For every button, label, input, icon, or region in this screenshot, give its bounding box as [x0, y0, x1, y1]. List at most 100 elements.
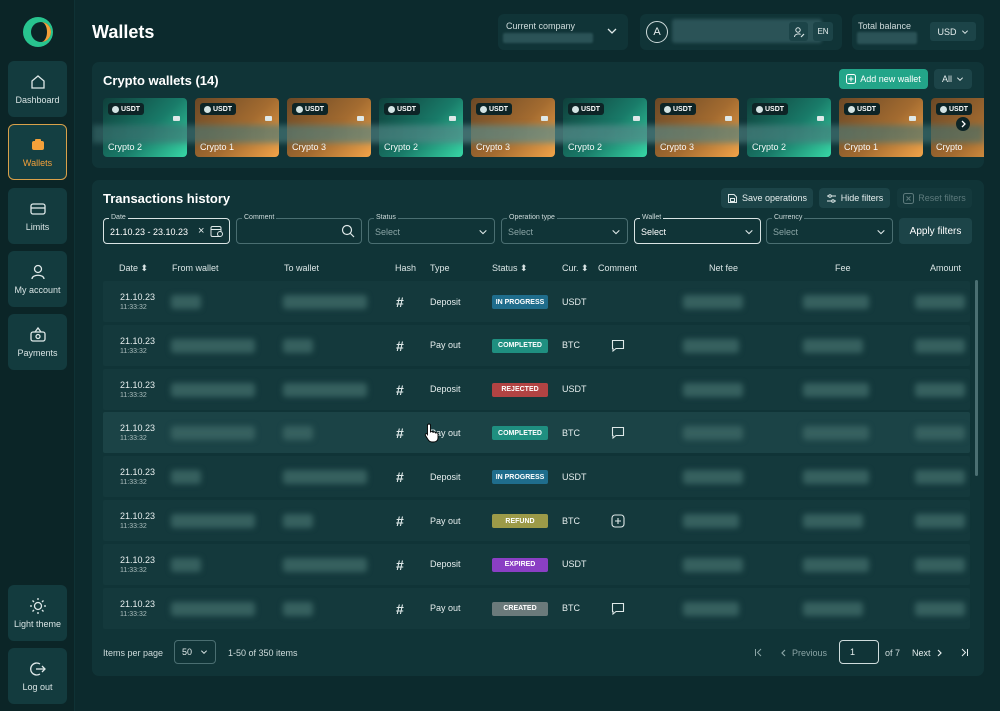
next-page-button[interactable]: Next [912, 648, 943, 658]
blurred-value [171, 470, 201, 485]
language-button[interactable]: EN [813, 22, 833, 41]
hash-icon[interactable]: # [396, 425, 404, 441]
reset-filters-button[interactable]: Reset filters [897, 188, 972, 208]
table-row[interactable]: 21.10.23 11:33:32 # Pay out CREATED BTC [103, 587, 970, 629]
chevron-right-icon [961, 120, 966, 128]
table-row[interactable]: 21.10.23 11:33:32 # Pay out REFUND BTC [103, 500, 970, 541]
row-type: Deposit [430, 559, 461, 570]
first-page-button[interactable] [754, 648, 763, 657]
comment-icon[interactable] [611, 339, 625, 353]
comment-icon[interactable] [611, 602, 625, 616]
sidebar-item-limits[interactable]: Limits [8, 188, 67, 244]
blurred-value [683, 338, 739, 353]
wallet-select[interactable]: Wallet Select [634, 214, 761, 244]
comment-icon[interactable] [611, 426, 625, 440]
hash-icon[interactable]: # [396, 601, 404, 617]
sidebar-item-payments[interactable]: Payments [8, 314, 67, 370]
col-hash: Hash [395, 263, 417, 273]
blurred-value [283, 338, 313, 353]
blurred-value [283, 514, 313, 528]
add-comment-icon[interactable] [611, 514, 625, 528]
close-icon [903, 192, 915, 204]
comment-search-input[interactable]: Comment [236, 214, 362, 244]
row-type: Pay out [430, 603, 461, 614]
blurred-value [803, 557, 869, 572]
user-panel: A EN [640, 14, 842, 50]
card-name: Crypto 2 [752, 142, 787, 152]
col-status[interactable]: Status ⬍ [492, 263, 528, 274]
row-date-value: 21.10.23 [120, 292, 156, 302]
cards-next-button[interactable] [956, 117, 970, 131]
page-number-input[interactable]: 1 [839, 640, 879, 664]
first-page-icon [755, 648, 762, 657]
col-fee: Fee [835, 263, 851, 273]
hash-icon[interactable]: # [396, 338, 404, 354]
sidebar-item-dashboard[interactable]: Dashboard [8, 61, 67, 117]
table-row[interactable]: 21.10.23 11:33:32 # Deposit IN PROGRESS USDT [103, 456, 970, 498]
row-date: 21.10.23 11:33:32 [120, 281, 155, 322]
status-badge: REFUND [492, 514, 548, 528]
currency-select[interactable]: Currency Select [766, 214, 893, 244]
sidebar-item-my-account[interactable]: My account [8, 251, 67, 307]
row-currency: USDT [562, 296, 587, 307]
blurred-value [171, 557, 201, 572]
currency-selector[interactable]: USD [930, 22, 976, 41]
col-currency[interactable]: Cur. ⬍ [562, 263, 589, 274]
sidebar: Dashboard Wallets Limits My account Paym… [0, 0, 75, 711]
wallet-balances-blurred [92, 125, 984, 143]
date-range-field[interactable]: Date 21.10.23 - 23.10.23 × [103, 214, 230, 244]
avatar[interactable]: A [646, 21, 668, 43]
save-operations-button[interactable]: Save operations [721, 188, 813, 208]
apply-filters-button[interactable]: Apply filters [899, 218, 972, 244]
hash-icon[interactable]: # [396, 469, 404, 485]
add-wallet-button[interactable]: Add new wallet [839, 69, 928, 89]
blurred-value [803, 426, 869, 441]
hide-filters-button[interactable]: Hide filters [819, 188, 890, 208]
blurred-value [171, 426, 255, 441]
table-scrollbar[interactable] [975, 280, 978, 476]
clear-date-icon[interactable]: × [198, 225, 204, 237]
row-date-value: 21.10.23 [120, 511, 156, 521]
table-row[interactable]: 21.10.23 11:33:32 # Pay out COMPLETED BTC [103, 324, 970, 366]
table-row[interactable]: 21.10.23 11:33:32 # Deposit IN PROGRESS USDT [103, 281, 970, 322]
hash-icon[interactable]: # [396, 382, 404, 398]
row-time-value: 11:33:32 [120, 347, 147, 355]
tether-icon [112, 105, 119, 113]
sidebar-item-wallets[interactable]: Wallets [8, 124, 67, 180]
status-select[interactable]: Status Select [368, 214, 495, 244]
hash-icon[interactable]: # [396, 513, 404, 529]
light-theme-button[interactable]: Light theme [8, 585, 67, 641]
table-row[interactable]: 21.10.23 11:33:32 # Deposit EXPIRED USDT [103, 543, 970, 585]
hash-icon[interactable]: # [396, 294, 404, 310]
hash-icon[interactable]: # [396, 557, 404, 573]
optype-label: Operation type [507, 214, 557, 221]
items-per-page-select[interactable]: 50 [174, 640, 216, 664]
save-operations-label: Save operations [741, 193, 808, 203]
balance-label: Total balance [858, 21, 912, 31]
logout-button[interactable]: Log out [8, 648, 67, 704]
wallets-title: Crypto wallets (14) [103, 73, 219, 88]
user-edit-icon [793, 26, 804, 37]
wallet-filter-select[interactable]: All [934, 69, 972, 89]
card-name: Crypto 2 [384, 142, 419, 152]
company-selector[interactable]: Current company [498, 14, 628, 50]
operation-type-select[interactable]: Operation type Select [501, 214, 628, 244]
card-chip-icon [909, 116, 916, 121]
user-settings-button[interactable] [789, 22, 808, 41]
card-currency-badge: USDT [200, 103, 237, 115]
row-currency: USDT [562, 471, 587, 482]
previous-page-button[interactable]: Previous [780, 648, 827, 658]
row-date-value: 21.10.23 [120, 598, 156, 609]
table-row[interactable]: 21.10.23 11:33:32 # Pay out COMPLETED BTC [103, 412, 970, 454]
col-date[interactable]: Date ⬍ [119, 263, 148, 274]
card-name: Crypto 2 [108, 142, 143, 152]
sort-icon: ⬍ [581, 263, 589, 273]
calendar-icon[interactable] [210, 224, 224, 238]
col-comment: Comment [598, 263, 638, 273]
last-page-button[interactable] [960, 648, 969, 657]
chevron-left-icon [781, 649, 786, 657]
previous-label: Previous [792, 648, 828, 658]
status-badge: IN PROGRESS [492, 295, 548, 309]
table-row[interactable]: 21.10.23 11:33:32 # Deposit REJECTED USDT [103, 368, 970, 410]
sidebar-item-label: My account [14, 285, 61, 295]
